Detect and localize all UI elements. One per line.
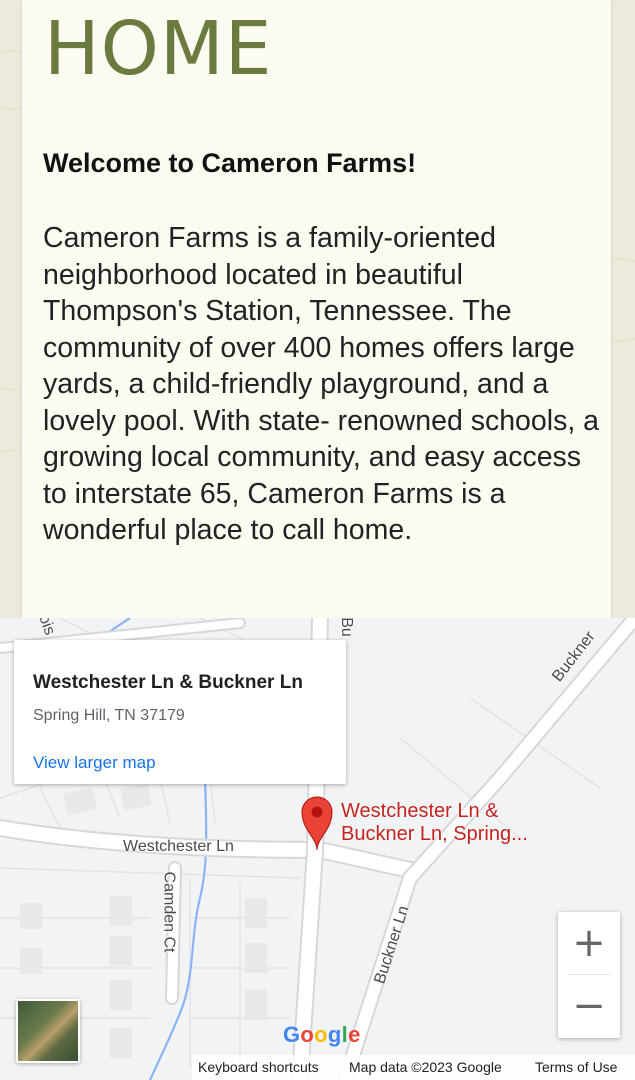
street-label-westchester: Westchester Ln xyxy=(123,838,234,855)
street-label-camden: Camden Ct xyxy=(160,871,178,953)
info-card-title: Westchester Ln & Buckner Ln xyxy=(33,672,303,693)
satellite-view-toggle[interactable] xyxy=(16,999,80,1063)
info-card-address: Spring Hill, TN 37179 xyxy=(33,707,185,724)
map-pin-icon[interactable] xyxy=(300,794,334,852)
logo-letter: o xyxy=(300,1022,315,1047)
map-info-card: Westchester Ln & Buckner Ln Spring Hill,… xyxy=(14,640,346,784)
intro-paragraph: Cameron Farms is a family-oriented neigh… xyxy=(43,222,600,546)
terms-of-use-link[interactable]: Terms of Use xyxy=(535,1059,617,1075)
zoom-control: + − xyxy=(558,912,620,1038)
map-footer: Keyboard shortcuts Map data ©2023 Google… xyxy=(192,1055,635,1080)
zoom-in-button[interactable]: + xyxy=(558,912,620,974)
embedded-map[interactable]: ois Bu Buckner Westchester Ln Camden Ct … xyxy=(0,618,635,1080)
pin-label-line: Westchester Ln & xyxy=(341,800,499,822)
logo-letter: e xyxy=(348,1022,361,1047)
google-logo: Google xyxy=(283,1022,361,1048)
logo-letter: o xyxy=(314,1022,328,1047)
street-label-fragment: Bu xyxy=(337,618,355,637)
page-title: HOME xyxy=(44,6,273,92)
map-data-attribution: Map data ©2023 Google xyxy=(349,1059,502,1075)
welcome-heading: Welcome to Cameron Farms! xyxy=(43,148,417,178)
pin-label-line: Buckner Ln, Spring... xyxy=(341,823,528,845)
content-card: HOME Welcome to Cameron Farms! Cameron F… xyxy=(22,0,611,618)
view-larger-map-link[interactable]: View larger map xyxy=(33,753,156,773)
logo-letter: g xyxy=(327,1022,342,1047)
logo-letter: G xyxy=(283,1022,301,1047)
zoom-out-button[interactable]: − xyxy=(558,975,620,1037)
pin-label: Westchester Ln & Buckner Ln, Spring... xyxy=(341,800,528,846)
keyboard-shortcuts-link[interactable]: Keyboard shortcuts xyxy=(198,1059,319,1075)
